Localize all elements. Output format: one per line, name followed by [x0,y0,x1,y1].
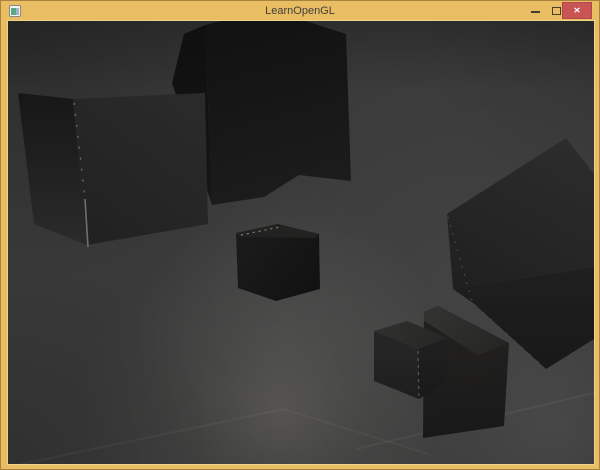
minimize-icon[interactable] [531,11,540,13]
close-button[interactable]: ✕ [562,2,592,19]
rendered-scene [8,21,594,464]
large-cube-front-left [18,93,208,247]
close-icon: ✕ [573,6,581,14]
window-frame: LearnOpenGL ✕ [0,0,600,470]
small-cube-center [236,224,320,301]
opengl-viewport[interactable] [8,21,594,464]
window-title: LearnOpenGL [1,3,599,19]
maximize-icon[interactable] [552,7,561,15]
learnopengl-window: { "window": { "title": "LearnOpenGL", "c… [0,0,600,470]
titlebar[interactable]: LearnOpenGL ✕ [1,1,599,20]
